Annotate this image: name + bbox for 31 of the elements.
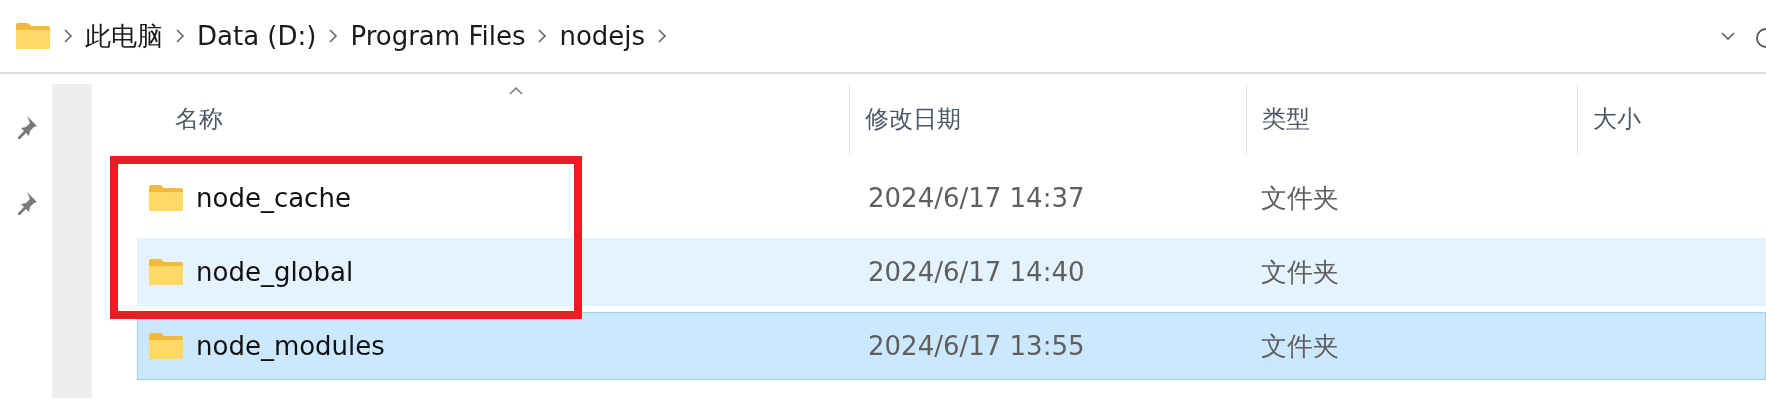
breadcrumb-item[interactable]: nodejs <box>559 21 646 51</box>
file-type: 文件夹 <box>1260 255 1340 289</box>
chevron-right-icon <box>657 28 668 44</box>
chevron-right-icon <box>175 28 185 44</box>
sort-caret-icon <box>508 86 525 96</box>
file-name: node_cache <box>196 183 351 213</box>
folder-icon <box>148 332 184 360</box>
column-header[interactable]: 大小 <box>1578 84 1766 154</box>
file-type: 文件夹 <box>1260 181 1340 215</box>
folder-icon <box>15 22 51 50</box>
file-name: node_global <box>196 257 354 287</box>
modified-date: 2024/6/17 14:37 <box>867 183 1086 213</box>
chevron-right-icon <box>537 28 548 44</box>
file-type: 文件夹 <box>1260 329 1340 363</box>
dropdown-chevron-icon[interactable] <box>1720 31 1736 41</box>
breadcrumb-item[interactable]: Program Files <box>350 21 526 51</box>
chevron-right-icon <box>328 28 339 44</box>
chevron-right-icon <box>63 28 73 44</box>
column-header[interactable]: 修改日期 <box>850 84 1247 154</box>
file-row[interactable]: node_cache 2024/6/17 14:37 文件夹 <box>137 164 1766 232</box>
breadcrumb-item[interactable]: Data (D:) <box>197 21 317 51</box>
folder-icon <box>148 184 184 212</box>
folder-icon <box>148 258 184 286</box>
breadcrumb-item[interactable]: 此电脑 <box>85 18 163 54</box>
column-header[interactable]: 类型 <box>1247 84 1578 154</box>
modified-date: 2024/6/17 13:55 <box>867 331 1086 361</box>
file-name: node_modules <box>196 331 385 361</box>
file-row[interactable]: node_modules 2024/6/17 13:55 文件夹 <box>137 312 1766 380</box>
modified-date: 2024/6/17 14:40 <box>867 257 1086 287</box>
column-header[interactable]: 名称 <box>92 84 850 154</box>
file-row[interactable]: node_global 2024/6/17 14:40 文件夹 <box>137 238 1766 306</box>
